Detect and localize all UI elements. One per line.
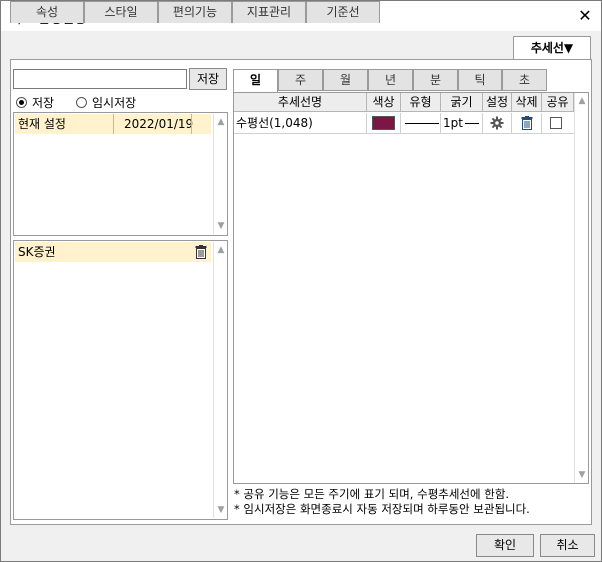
thickness-cell[interactable]: 1pt bbox=[441, 113, 483, 133]
period-tab-month[interactable]: 월 bbox=[323, 69, 368, 91]
radio-save-label: 저장 bbox=[32, 95, 55, 110]
notes: * 공유 기능은 모든 주기에 표기 되며, 수평추세선에 한함. * 임시저장… bbox=[234, 487, 530, 517]
saved-settings-list[interactable]: 현재 설정 2022/01/19 ▲ ▼ bbox=[13, 112, 228, 236]
tab-properties[interactable]: 속성 bbox=[10, 1, 84, 23]
table-row[interactable]: 수평선(1,048) 1pt bbox=[234, 113, 574, 134]
header-delete: 삭제 bbox=[512, 93, 542, 112]
period-tab-tick[interactable]: 틱 bbox=[458, 69, 502, 91]
trendline-name: 수평선(1,048) bbox=[234, 113, 367, 133]
tab-indicator-management[interactable]: 지표관리 bbox=[232, 1, 306, 23]
trash-icon[interactable] bbox=[195, 245, 207, 259]
period-tab-second[interactable]: 초 bbox=[502, 69, 547, 91]
line-type-sample bbox=[405, 123, 439, 124]
tab-trendline[interactable]: 추세선▼ bbox=[513, 36, 591, 60]
grid-scrollbar[interactable]: ▲ ▼ bbox=[574, 93, 588, 483]
gear-icon[interactable] bbox=[490, 116, 504, 130]
list-item[interactable]: 현재 설정 2022/01/19 bbox=[15, 114, 211, 134]
scroll-down-icon[interactable]: ▼ bbox=[214, 221, 228, 231]
list-item[interactable]: SK증권 bbox=[15, 242, 211, 262]
thickness-sample bbox=[465, 123, 479, 124]
scroll-down-icon[interactable]: ▼ bbox=[214, 505, 228, 515]
tab-convenience[interactable]: 편의기능 bbox=[158, 1, 232, 23]
delete-cell[interactable] bbox=[512, 113, 542, 133]
note-temp-save: * 임시저장은 화면종료시 자동 저장되며 하루동안 보관됩니다. bbox=[234, 502, 530, 516]
cancel-button[interactable]: 취소 bbox=[540, 534, 595, 557]
period-tab-week[interactable]: 주 bbox=[278, 69, 323, 91]
header-color: 색상 bbox=[367, 93, 401, 112]
radio-temp-dot[interactable] bbox=[76, 96, 87, 108]
scroll-up-icon[interactable]: ▲ bbox=[575, 96, 589, 106]
list-scrollbar[interactable]: ▲ ▼ bbox=[213, 114, 227, 234]
company-name: SK증권 bbox=[18, 245, 56, 259]
tab-baseline[interactable]: 기준선 bbox=[306, 1, 380, 23]
scroll-down-icon[interactable]: ▼ bbox=[575, 470, 589, 480]
header-settings: 설정 bbox=[483, 93, 512, 112]
settings-cell[interactable] bbox=[483, 113, 512, 133]
radio-temp-option[interactable]: 임시저장 bbox=[76, 94, 136, 110]
period-tab-minute[interactable]: 분 bbox=[413, 69, 458, 91]
period-tab-day[interactable]: 일 bbox=[233, 69, 278, 92]
thickness-value: 1pt bbox=[443, 116, 463, 130]
list-scrollbar[interactable]: ▲ ▼ bbox=[213, 242, 227, 518]
close-icon[interactable]: ✕ bbox=[573, 4, 597, 28]
ok-button[interactable]: 확인 bbox=[476, 534, 534, 557]
share-checkbox[interactable] bbox=[550, 117, 562, 129]
column-divider bbox=[113, 114, 114, 134]
tab-style[interactable]: 스타일 bbox=[84, 1, 158, 23]
column-divider bbox=[191, 114, 192, 134]
scroll-up-icon[interactable]: ▲ bbox=[214, 245, 228, 255]
grid-header: 추세선명 색상 유형 굵기 설정 삭제 공유 bbox=[234, 93, 574, 112]
trash-icon[interactable] bbox=[521, 116, 533, 130]
header-share: 공유 bbox=[542, 93, 574, 112]
scroll-up-icon[interactable]: ▲ bbox=[214, 117, 228, 127]
settings-dialog: 차트 환경설정 ✕ 속성 스타일 편의기능 지표관리 기준선 추세선▼ 저장 저… bbox=[0, 0, 602, 562]
color-swatch[interactable] bbox=[372, 116, 395, 130]
header-trendline-name: 추세선명 bbox=[234, 93, 367, 112]
share-cell[interactable] bbox=[542, 113, 574, 133]
header-thickness: 굵기 bbox=[441, 93, 483, 112]
setting-name: 현재 설정 bbox=[18, 117, 66, 131]
trendline-grid[interactable]: 추세선명 색상 유형 굵기 설정 삭제 공유 수평선(1,048) 1pt ▲ … bbox=[233, 92, 589, 484]
radio-temp-label: 임시저장 bbox=[92, 95, 137, 110]
line-type-cell[interactable] bbox=[401, 113, 441, 133]
color-cell[interactable] bbox=[367, 113, 401, 133]
radio-save-option[interactable]: 저장 bbox=[16, 94, 54, 110]
note-share: * 공유 기능은 모든 주기에 표기 되며, 수평추세선에 한함. bbox=[234, 487, 510, 501]
save-button[interactable]: 저장 bbox=[189, 68, 227, 90]
radio-save-dot[interactable] bbox=[16, 96, 27, 108]
company-list[interactable]: SK증권 ▲ ▼ bbox=[13, 240, 228, 520]
period-tab-year[interactable]: 년 bbox=[368, 69, 413, 91]
setting-date: 2022/01/19 bbox=[124, 117, 194, 131]
header-type: 유형 bbox=[401, 93, 441, 112]
settings-name-input[interactable] bbox=[13, 69, 187, 89]
